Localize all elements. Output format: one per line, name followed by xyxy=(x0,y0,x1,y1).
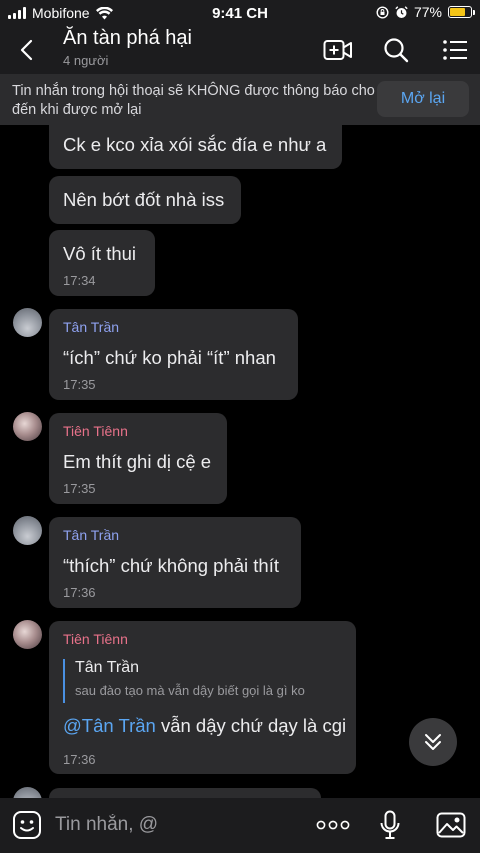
message-text: “ích” chứ ko phải “ít” nhan xyxy=(63,347,276,368)
message-bubble[interactable]: Tân Trần “ích” chứ ko phải “ít” nhan 17:… xyxy=(49,309,298,400)
message-text: Ck e kco xỉa xói sắc đía e như a xyxy=(63,134,327,155)
avatar[interactable] xyxy=(13,308,42,337)
message-text: Vô ít thui xyxy=(63,243,137,264)
message-text: “thích” chứ không phải thít xyxy=(63,555,280,576)
sender-name[interactable]: Tiên Tiênn xyxy=(63,423,128,439)
voice-button[interactable] xyxy=(378,809,402,841)
emoji-icon xyxy=(13,811,41,839)
alarm-icon xyxy=(395,5,408,18)
message-time: 17:36 xyxy=(63,585,96,600)
message-text: @Tân Trần vẫn dậy chứ dạy là cgi xyxy=(63,715,346,737)
message-time: 17:35 xyxy=(63,377,96,392)
sender-name[interactable]: Tân Trần xyxy=(63,527,119,543)
reply-snippet: sau đào tạo mà vẫn dậy biết gọi là gì ko xyxy=(75,683,305,698)
message-text: Em thít ghi dị cệ e xyxy=(63,451,212,472)
battery-icon xyxy=(448,6,475,18)
message-time: 17:35 xyxy=(63,481,96,496)
battery-fill xyxy=(450,8,466,16)
sender-name[interactable]: Tân Trần xyxy=(63,319,119,335)
avatar[interactable] xyxy=(13,516,42,545)
mute-notice-text: Tin nhắn trong hội thoại sẽ KHÔNG được t… xyxy=(12,83,375,118)
message-bubble[interactable]: Tiên Tiênn Tân Trần sau đào tạo mà vẫn d… xyxy=(49,621,356,774)
mute-notice-banner: Tin nhắn trong hội thoại sẽ KHÔNG được t… xyxy=(0,74,480,125)
scroll-to-bottom-button[interactable] xyxy=(409,718,457,766)
add-video-call-icon xyxy=(323,40,352,60)
avatar[interactable] xyxy=(13,620,42,649)
message-bubble[interactable]: Tân Trần “thích” chứ không phải thít 17:… xyxy=(49,517,301,608)
emoji-button[interactable] xyxy=(12,810,42,840)
member-count: 4 người xyxy=(63,53,109,68)
reply-quote[interactable]: Tân Trần sau đào tạo mà vẫn dậy biết gọi… xyxy=(63,659,305,703)
status-right: 77% xyxy=(376,4,475,20)
image-icon xyxy=(436,812,466,838)
back-button[interactable] xyxy=(12,35,40,65)
search-button[interactable] xyxy=(380,35,412,65)
status-bar: Mobifone 9:41 CH 77% xyxy=(0,0,480,26)
message-body: vẫn dậy chứ dạy là cgi xyxy=(155,715,347,736)
chat-header: Ăn tàn phá hại 4 người xyxy=(0,26,480,74)
message-time: 17:36 xyxy=(63,752,96,767)
conversation-title[interactable]: Ăn tàn phá hại xyxy=(63,27,192,50)
message-text: Nên bớt đốt nhà iss xyxy=(63,189,225,210)
reply-author: Tân Trần xyxy=(75,659,140,676)
search-icon xyxy=(384,38,409,63)
sender-name[interactable]: Tiên Tiênn xyxy=(63,631,128,647)
mention-link[interactable]: @Tân Trần xyxy=(63,715,156,736)
lock-rotation-icon xyxy=(376,5,389,19)
composer-bar xyxy=(0,798,480,853)
more-button[interactable] xyxy=(316,809,350,841)
message-bubble[interactable]: Tiên Tiênn Em thít ghi dị cệ e 17:35 xyxy=(49,413,227,504)
menu-list-icon xyxy=(443,40,467,60)
back-icon xyxy=(20,39,33,61)
message-bubble[interactable]: Ck e kco xỉa xói sắc đía e như a xyxy=(49,125,342,169)
avatar[interactable] xyxy=(13,412,42,441)
unmute-button[interactable]: Mở lại xyxy=(377,81,469,117)
message-time: 17:34 xyxy=(63,273,96,288)
message-input[interactable] xyxy=(55,811,295,839)
message-bubble[interactable]: Nên bớt đốt nhà iss xyxy=(49,176,241,224)
message-bubble[interactable]: Vô ít thui 17:34 xyxy=(49,230,155,296)
chevron-down-icon xyxy=(425,734,441,750)
more-icon xyxy=(316,820,350,830)
video-call-button[interactable] xyxy=(322,35,354,65)
gallery-button[interactable] xyxy=(435,809,467,841)
menu-button[interactable] xyxy=(439,35,471,65)
microphone-icon xyxy=(380,810,400,839)
battery-label: 77% xyxy=(413,4,442,20)
